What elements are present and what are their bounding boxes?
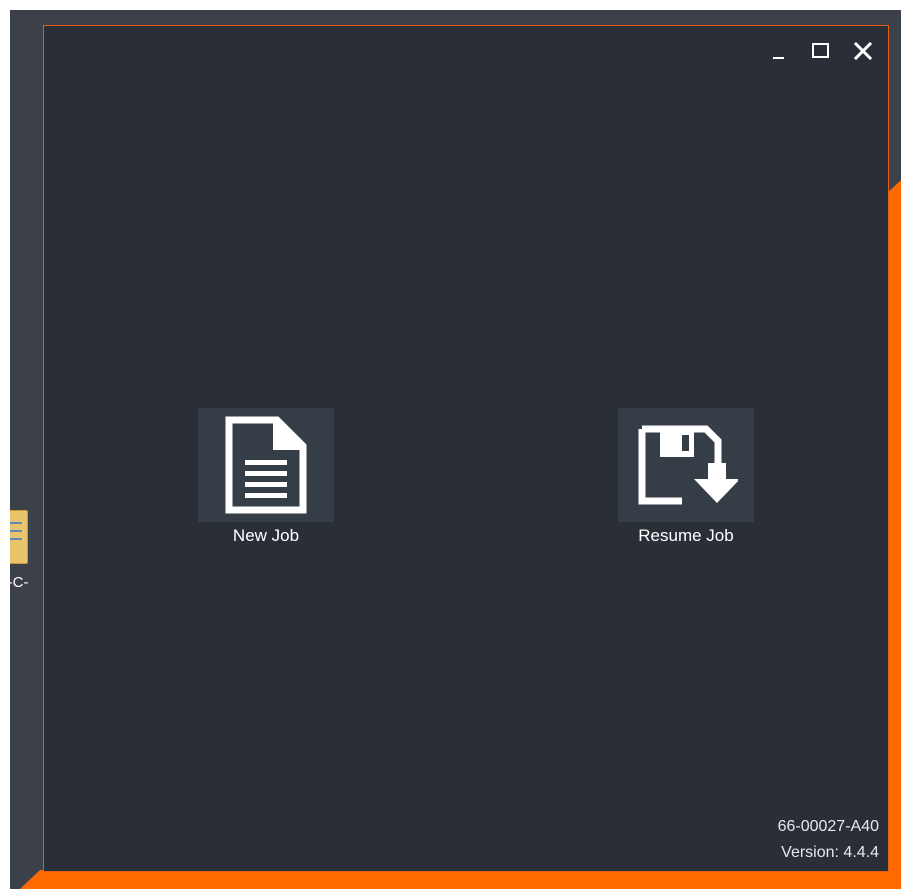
new-job-button[interactable]: [198, 408, 334, 522]
resume-job-label[interactable]: Resume Job: [586, 526, 786, 546]
folder-icon: [10, 510, 28, 564]
window-controls: [768, 40, 874, 62]
close-button[interactable]: [852, 40, 874, 62]
part-number: 66-00027-A40: [777, 818, 879, 835]
minimize-button[interactable]: [768, 40, 790, 62]
new-job-label[interactable]: New Job: [166, 526, 366, 546]
maximize-button[interactable]: [810, 40, 832, 62]
version-label: Version: 4.4.4: [781, 844, 879, 861]
document-icon: [225, 416, 307, 514]
folder-icon-detail: [10, 522, 22, 524]
floppy-download-icon: [638, 425, 738, 505]
maximize-icon: [812, 43, 829, 58]
minimize-icon: [773, 57, 784, 59]
app-window: New Job Resume Job 66-00027-A40 Version:…: [43, 25, 889, 872]
folder-icon-detail: [10, 530, 22, 532]
close-icon: [853, 41, 873, 61]
folder-icon-detail: [10, 538, 22, 540]
resume-job-button[interactable]: [618, 408, 754, 522]
desktop: G-C- it: [10, 10, 901, 889]
